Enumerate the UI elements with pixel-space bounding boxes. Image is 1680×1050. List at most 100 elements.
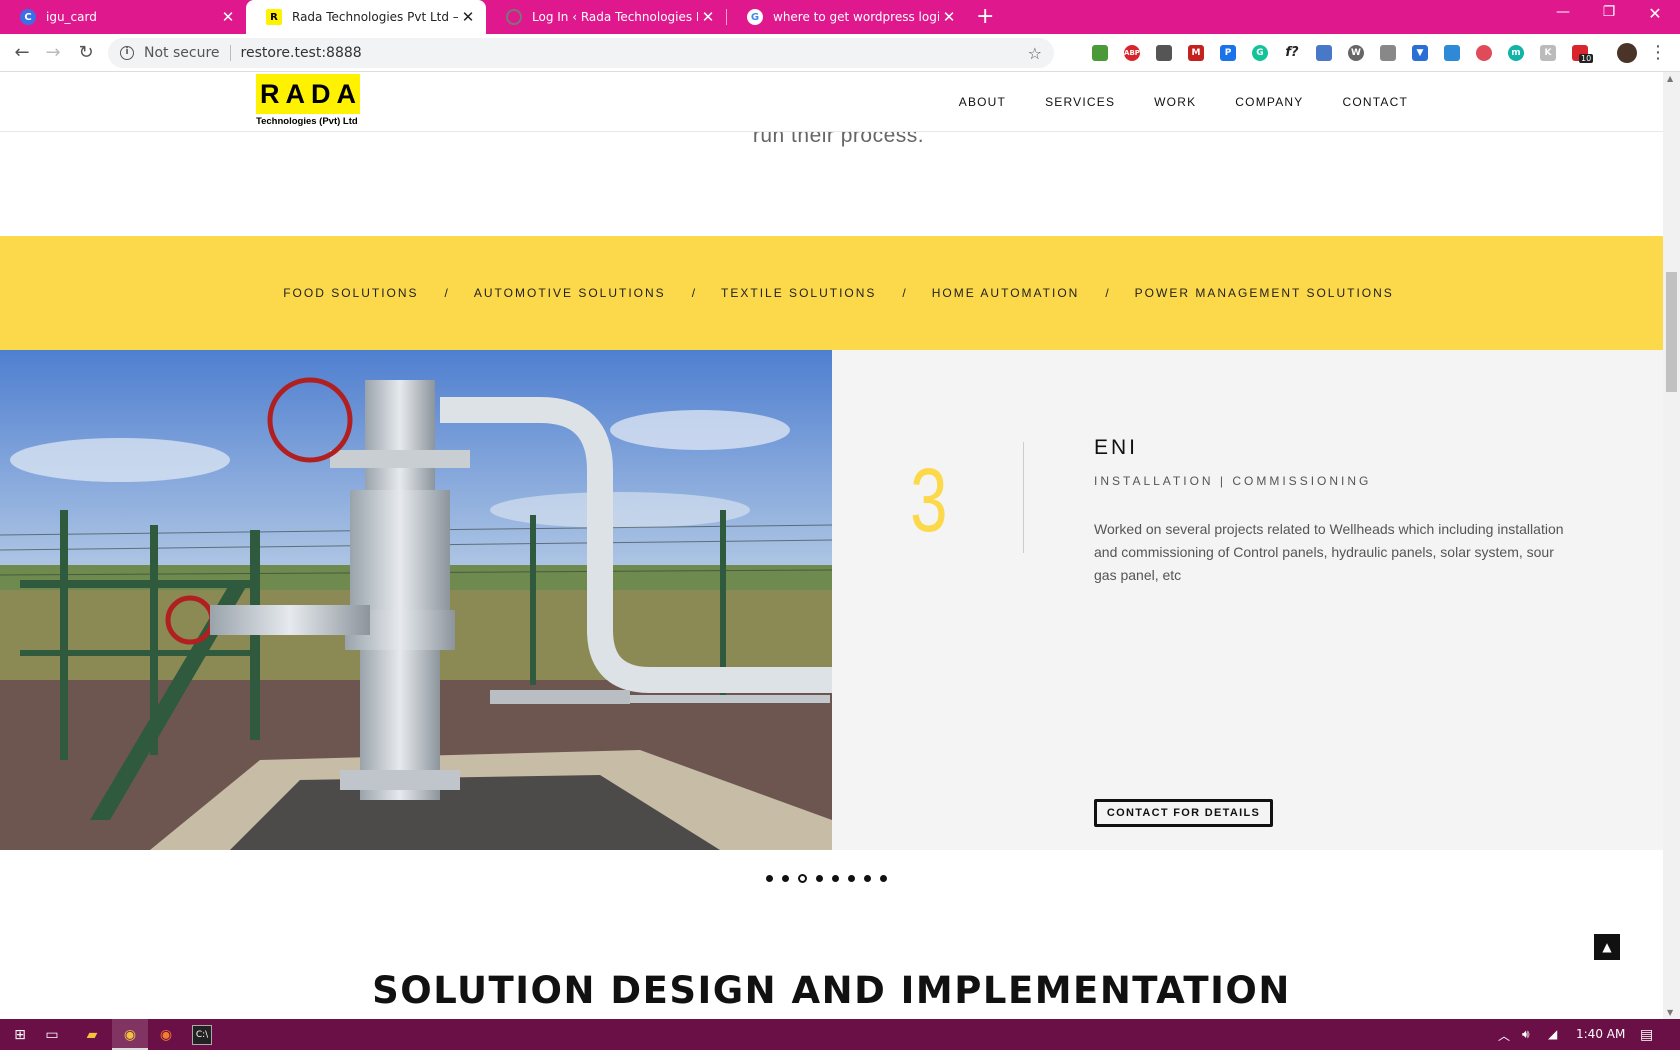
main-nav: ABOUT SERVICES WORK COMPANY CONTACT [959, 72, 1408, 132]
clock[interactable]: 1:40 AM [1576, 1027, 1625, 1041]
adblock-icon[interactable]: ABP [1124, 45, 1140, 61]
slide-title: ENI [1094, 436, 1139, 459]
notification-icon[interactable]: ▤ [1640, 1027, 1653, 1043]
wellhead-photo [0, 350, 832, 850]
reload-icon[interactable]: ↻ [74, 41, 98, 65]
forward-arrow-icon[interactable]: → [41, 41, 65, 65]
separator: / [1105, 286, 1109, 300]
category-filter-bar: FOOD SOLUTIONS / AUTOMOTIVE SOLUTIONS / … [0, 236, 1663, 350]
close-icon[interactable]: ✕ [458, 8, 478, 26]
tab-title: Log In ‹ Rada Technologies Pvt Lt [532, 10, 698, 24]
network-icon[interactable]: ◢ [1548, 1027, 1557, 1041]
file-explorer-icon[interactable]: ▰ [82, 1025, 102, 1045]
contact-for-details-button[interactable]: CONTACT FOR DETAILS [1094, 799, 1273, 827]
c-icon: C [20, 9, 36, 25]
scrollbar-thumb[interactable] [1666, 272, 1677, 392]
tab-title: where to get wordpress login pa [773, 10, 939, 24]
p-extension-icon[interactable]: P [1220, 45, 1236, 61]
section-heading: SOLUTION DESIGN AND IMPLEMENTATION [372, 969, 1291, 1012]
category-textile[interactable]: TEXTILE SOLUTIONS [721, 286, 876, 300]
slider-dot-8[interactable] [880, 875, 887, 882]
logo-wordmark: RADA [256, 74, 360, 114]
screenshot-extension-icon[interactable] [1444, 45, 1460, 61]
whatfont-icon[interactable]: f? [1284, 45, 1300, 61]
slider-dot-3-active[interactable] [798, 874, 807, 883]
puzzle-extension-icon[interactable] [1316, 45, 1332, 61]
shield-extension-icon[interactable] [1476, 45, 1492, 61]
nav-company[interactable]: COMPANY [1235, 95, 1303, 109]
slide-description: Worked on several projects related to We… [1094, 521, 1564, 583]
address-bar[interactable]: i Not secure restore.test:8888 ☆ [108, 38, 1054, 68]
tab-login[interactable]: Log In ‹ Rada Technologies Pvt Lt ✕ [486, 0, 726, 34]
extension-badge: 10 [1579, 54, 1594, 63]
terminal-icon[interactable]: C:\ [192, 1025, 212, 1045]
nav-work[interactable]: WORK [1154, 95, 1196, 109]
info-icon[interactable]: i [120, 46, 134, 60]
slider-dot-6[interactable] [848, 875, 855, 882]
slide-number: 3 [910, 451, 948, 551]
new-tab-button[interactable]: + [976, 4, 994, 29]
minimize-icon[interactable]: — [1540, 4, 1586, 20]
tab-rada-active[interactable]: R Rada Technologies Pvt Ltd – Auto ✕ [246, 0, 486, 34]
slide-subtitle: INSTALLATION | COMMISSIONING [1094, 474, 1372, 488]
volume-icon[interactable]: 🔊︎ [1522, 1027, 1530, 1042]
google-icon: G [747, 9, 763, 25]
close-icon[interactable]: ✕ [939, 8, 959, 26]
globe-extension-icon[interactable] [1092, 45, 1108, 61]
wordpress-extension-icon[interactable]: W [1348, 45, 1364, 61]
eyedropper-icon[interactable] [1380, 45, 1396, 61]
slider-dot-4[interactable] [816, 875, 823, 882]
windows-start-icon[interactable]: ⊞ [10, 1025, 30, 1045]
category-power-management[interactable]: POWER MANAGEMENT SOLUTIONS [1135, 286, 1394, 300]
slider-pagination [766, 874, 887, 883]
gmail-icon[interactable]: M [1188, 45, 1204, 61]
chrome-icon[interactable]: ◉ [120, 1025, 140, 1045]
site-logo[interactable]: RADA Technologies (Pvt) Ltd [256, 74, 362, 130]
category-food[interactable]: FOOD SOLUTIONS [283, 286, 418, 300]
firefox-icon[interactable]: ◉ [156, 1025, 176, 1045]
restore-icon[interactable]: ❐ [1586, 4, 1632, 20]
nav-about[interactable]: ABOUT [959, 95, 1006, 109]
close-icon[interactable]: ✕ [698, 8, 718, 26]
wordpress-icon [506, 9, 522, 25]
slide-divider [1023, 442, 1024, 553]
scroll-down-arrow-icon[interactable]: ▼ [1667, 1008, 1673, 1017]
m-extension-icon[interactable]: m [1508, 45, 1524, 61]
security-label[interactable]: Not secure [144, 45, 220, 61]
tab-title: igu_card [46, 10, 97, 24]
slider-dot-1[interactable] [766, 875, 773, 882]
tab-title: Rada Technologies Pvt Ltd – Auto [292, 10, 458, 24]
grammarly-icon[interactable]: G [1252, 45, 1268, 61]
tray-chevron-icon[interactable]: ︿ [1498, 1027, 1510, 1044]
category-automotive[interactable]: AUTOMOTIVE SOLUTIONS [474, 286, 666, 300]
task-view-icon[interactable]: ▭ [42, 1025, 62, 1045]
nav-services[interactable]: SERVICES [1045, 95, 1115, 109]
separator: / [691, 286, 696, 300]
window-close-icon[interactable]: ✕ [1632, 4, 1678, 23]
bookmark-star-icon[interactable]: ☆ [1028, 44, 1042, 63]
menu-kebab-icon[interactable]: ⋮ [1646, 41, 1670, 65]
url-text[interactable]: restore.test:8888 [241, 45, 362, 61]
profile-avatar[interactable] [1617, 43, 1637, 63]
tab-strip: C igu_card ✕ R Rada Technologies Pvt Ltd… [0, 0, 1680, 34]
slider-dot-5[interactable] [832, 875, 839, 882]
project-slider: 3 ENI INSTALLATION | COMMISSIONING Worke… [0, 350, 1663, 883]
tab-igu-card[interactable]: C igu_card ✕ [0, 0, 246, 34]
pocket-icon[interactable] [1156, 45, 1172, 61]
close-icon[interactable]: ✕ [218, 8, 238, 26]
download-extension-icon[interactable]: ▼ [1412, 45, 1428, 61]
category-home-automation[interactable]: HOME AUTOMATION [932, 286, 1080, 300]
scroll-to-top-button[interactable]: ▲ [1594, 934, 1620, 960]
slider-dot-2[interactable] [782, 875, 789, 882]
nav-contact[interactable]: CONTACT [1342, 95, 1408, 109]
tab-google-search[interactable]: G where to get wordpress login pa ✕ [727, 0, 967, 34]
back-arrow-icon[interactable]: ← [10, 41, 34, 65]
k-extension-icon[interactable]: K [1540, 45, 1556, 61]
divider [229, 45, 231, 61]
site-header: RADA Technologies (Pvt) Ltd ABOUT SERVIC… [0, 72, 1663, 132]
slider-dot-7[interactable] [864, 875, 871, 882]
scroll-up-arrow-icon[interactable]: ▲ [1667, 74, 1673, 83]
page-scrollbar[interactable]: ▲ ▼ [1663, 72, 1680, 1019]
r-icon: R [266, 9, 282, 25]
separator: / [444, 286, 448, 300]
